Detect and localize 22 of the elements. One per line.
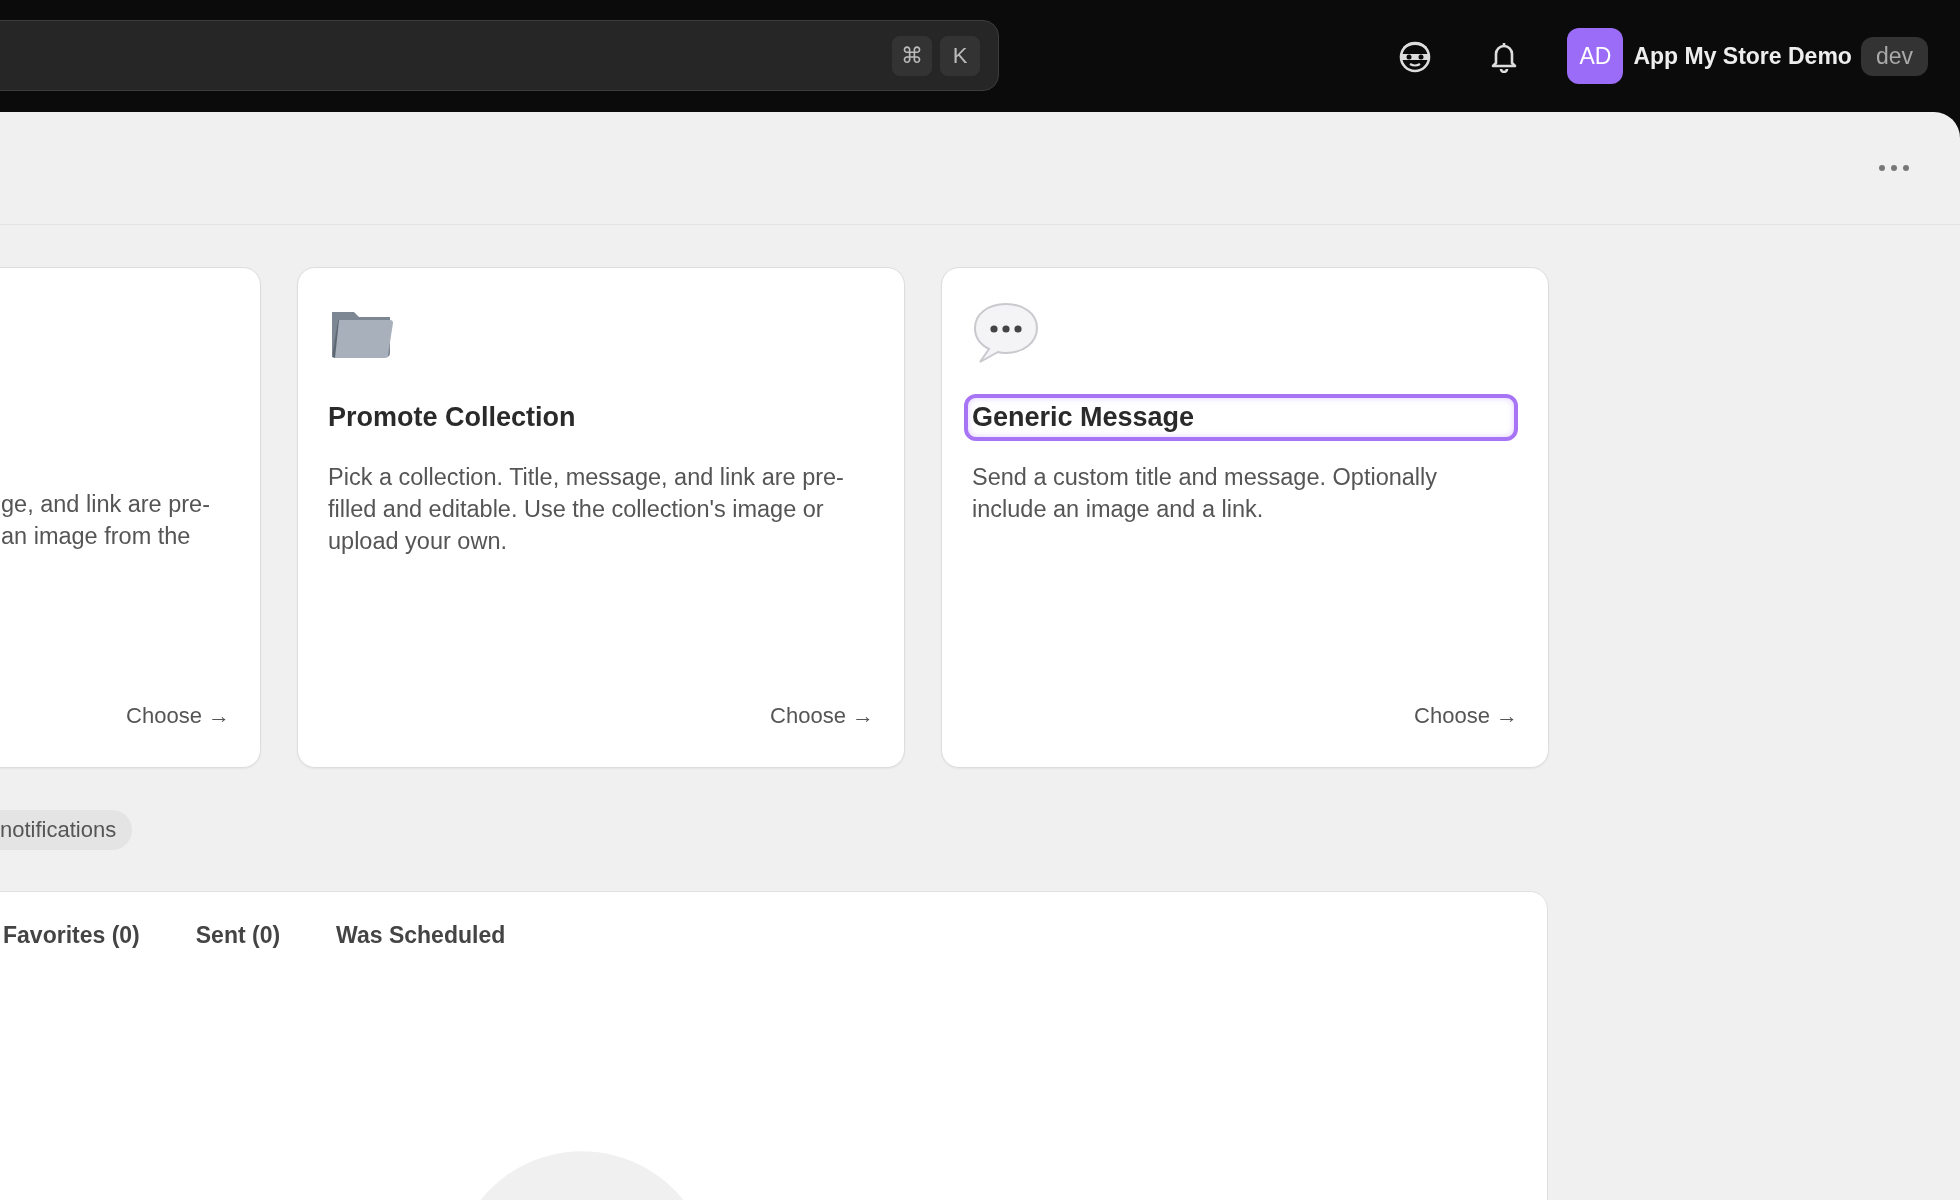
- template-card[interactable]: Generic Message Send a custom title and message. Optionally include an image and a link. Choose →: [941, 267, 1549, 768]
- search-field[interactable]: ⌘ K: [0, 20, 999, 91]
- template-card[interactable]: ge, and link are pre- an image from the Choose →: [0, 267, 261, 768]
- choose-link[interactable]: Choose →: [1414, 703, 1518, 729]
- tab[interactable]: Sent (0): [195, 922, 281, 958]
- template-card[interactable]: Promote Collection Pick a collection. Title, message, and link are pre-filled and editable. Use the collection's image or upload your own. Choose →: [297, 267, 905, 768]
- store-name: App My Store Demo: [1633, 42, 1852, 70]
- choose-link[interactable]: Choose →: [126, 703, 230, 729]
- environment-badge: dev: [1860, 36, 1928, 76]
- card-title: Generic Message: [964, 394, 1518, 441]
- shortcut-key: K: [940, 35, 980, 76]
- shortcut-key: ⌘: [892, 35, 932, 76]
- more-options-icon[interactable]: [1878, 164, 1910, 172]
- card-title: Promote Collection: [327, 401, 577, 434]
- filter-chip[interactable]: notifications: [0, 810, 133, 850]
- tab[interactable]: Favorites (0): [3, 922, 140, 958]
- card-description: Pick a collection. Title, message, and link are pre-filled and editable. Use the collection's image or upload your own.: [328, 463, 845, 556]
- card-description: ge, and link are pre- an image from the: [1, 490, 211, 551]
- tab[interactable]: Was Scheduled: [336, 922, 506, 958]
- card-description: Send a custom title and message. Optionally include an image and a link.: [972, 463, 1439, 524]
- user-avatar[interactable]: AD: [1567, 28, 1624, 84]
- choose-link[interactable]: Choose →: [770, 703, 874, 729]
